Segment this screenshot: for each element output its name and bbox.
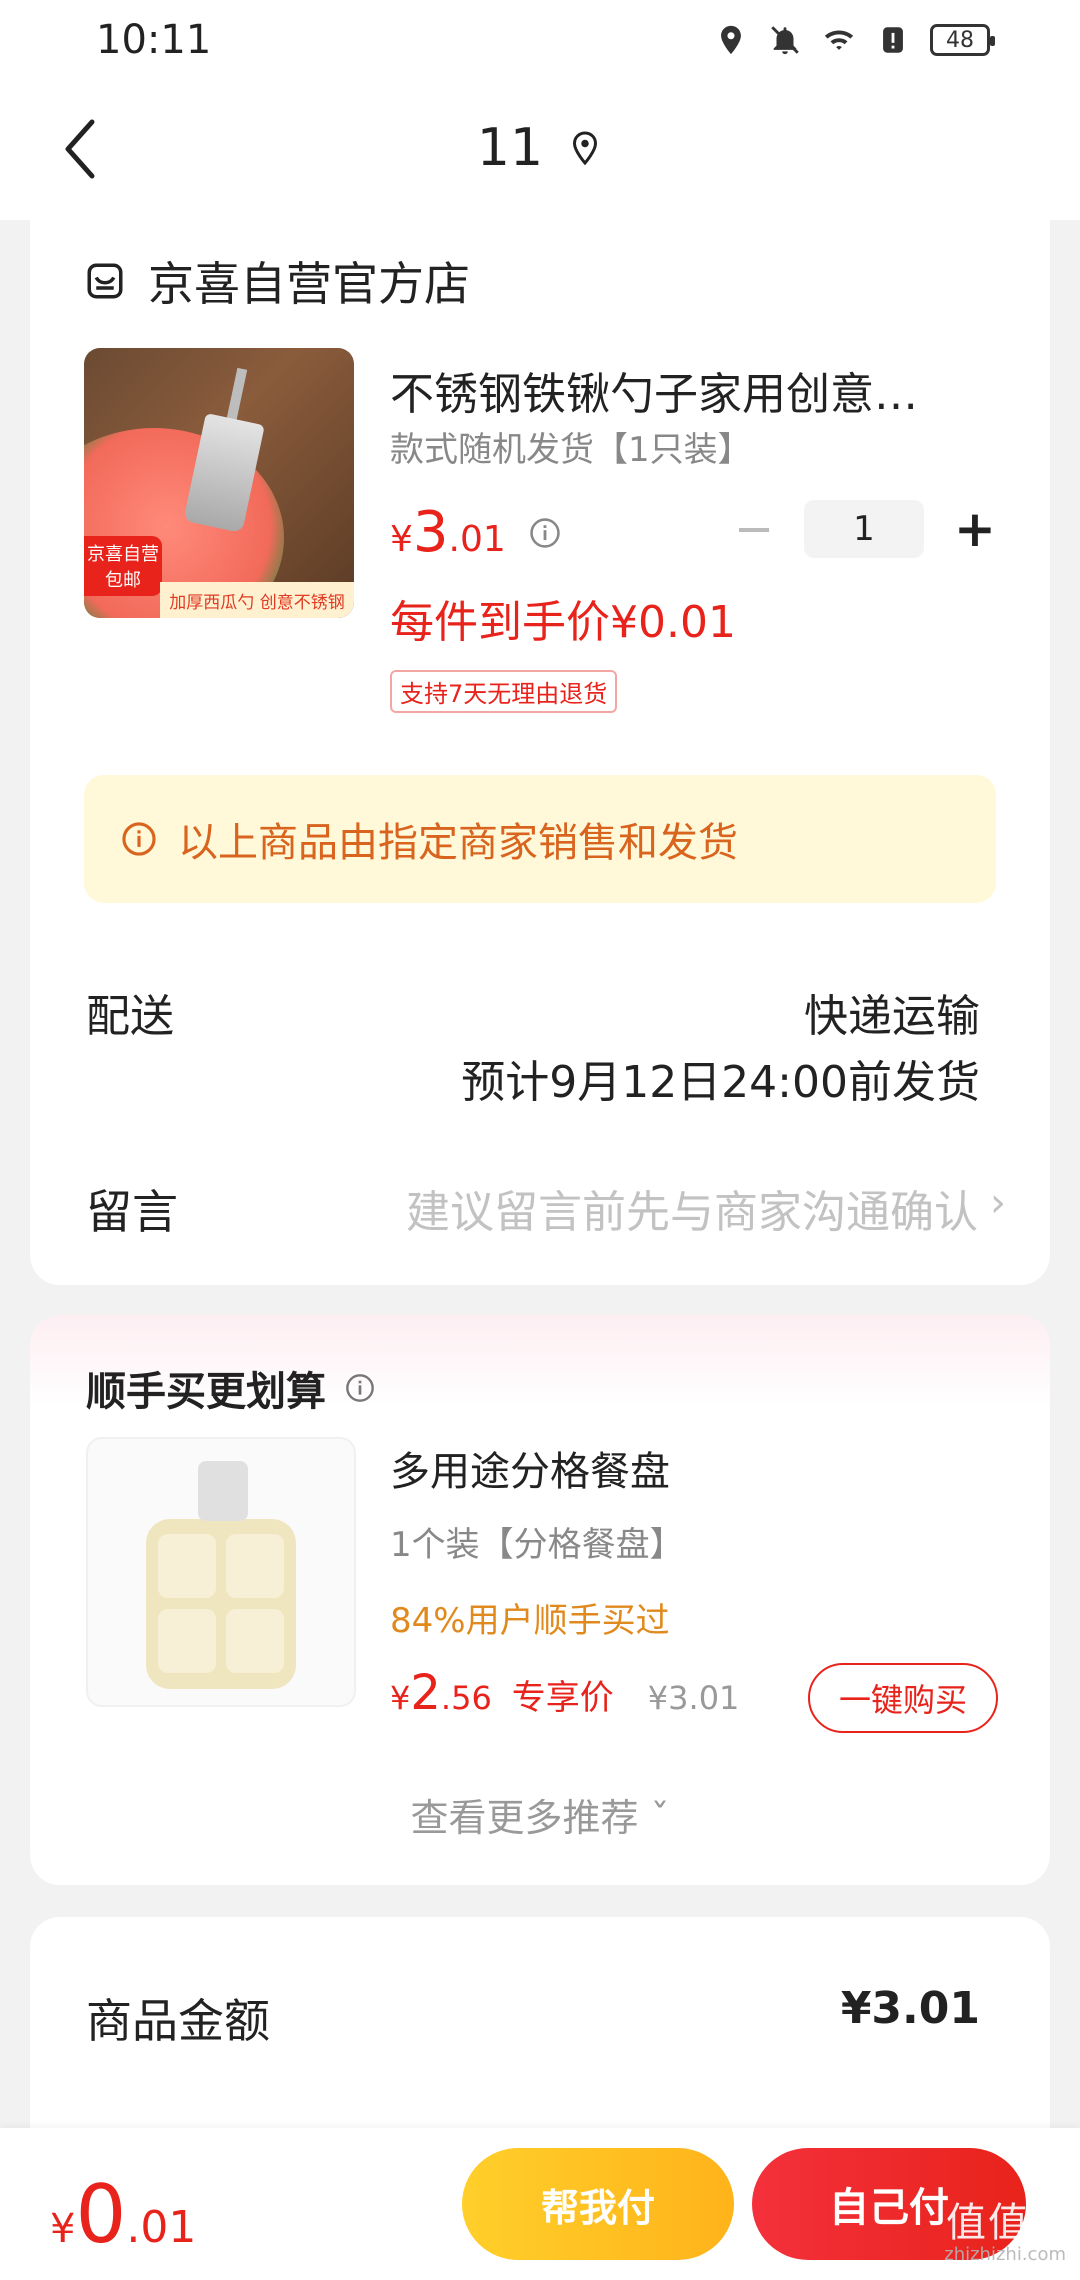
total-currency: ¥ — [50, 2206, 76, 2252]
hook-graphic — [198, 1461, 248, 1521]
plate-cell-graphic — [158, 1609, 216, 1673]
seller-notice: 以上商品由指定商家销售和发货 — [84, 775, 996, 903]
price-info-icon[interactable] — [528, 516, 562, 550]
store-icon — [87, 263, 123, 299]
total-decimal: .01 — [126, 2202, 197, 2253]
help-pay-button[interactable]: 帮我付 — [462, 2148, 734, 2260]
info-icon — [122, 822, 156, 856]
chevron-down-icon: ˇ — [650, 1796, 670, 1840]
total-price: ¥ 0 .01 — [50, 2168, 196, 2261]
return-policy-badge: 支持7天无理由退货 — [390, 670, 618, 713]
chevron-right-icon[interactable]: › — [990, 1180, 1006, 1226]
recommendation-card: 顺手买更划算 多用途分格餐盘 1个装【分格餐盘】 84%用户顺手买过 ¥ 2 .… — [30, 1315, 1050, 1885]
order-card: 京喜自营官方店 京喜自营 包邮 加厚西瓜勺 创意不锈钢 不锈钢铁锹勺子家用创意…… — [30, 210, 1050, 1285]
message-label: 留言 — [86, 1185, 178, 1239]
bell-off-icon — [771, 26, 799, 55]
product-spec: 款式随机发货【1只装】 — [390, 430, 752, 470]
plate-cell-graphic — [158, 1534, 216, 1598]
recommendation-spec: 1个装【分格餐盘】 — [390, 1525, 684, 1565]
original-price: ¥3.01 — [647, 1679, 740, 1717]
price-decimal: .01 — [448, 519, 506, 560]
battery-icon: 48 — [930, 24, 995, 56]
store-name: 京喜自营官方店 — [148, 257, 470, 311]
delivery-label: 配送 — [86, 991, 174, 1042]
reco-price-decimal: .56 — [440, 1679, 492, 1717]
total-integer: 0 — [75, 2168, 127, 2261]
plate-cell-graphic — [226, 1609, 284, 1673]
decrease-quantity-button[interactable]: − — [734, 501, 774, 557]
price-integer: 3 — [412, 500, 449, 565]
header: 11 — [0, 80, 1080, 220]
product-image[interactable]: 京喜自营 包邮 加厚西瓜勺 创意不锈钢 — [84, 348, 354, 618]
plate-cell-graphic — [226, 1534, 284, 1598]
store-row[interactable]: 京喜自营官方店 — [84, 248, 470, 314]
status-icons: 48 — [714, 23, 995, 57]
recommendation-stat: 84%用户顺手买过 — [390, 1601, 670, 1641]
address-title: 11 — [476, 118, 544, 178]
goods-amount-label: 商品金额 — [86, 1994, 270, 2048]
status-bar: 10:11 48 — [0, 0, 1080, 80]
goods-amount-value: ¥3.01 — [840, 1983, 980, 2034]
increase-quantity-button[interactable]: + — [954, 500, 996, 558]
recommendation-header: 顺手买更划算 — [86, 1359, 376, 1417]
wifi-icon — [824, 30, 854, 50]
quantity-stepper: − 1 + — [734, 500, 996, 558]
alert-icon — [883, 27, 903, 53]
quantity-value[interactable]: 1 — [804, 500, 924, 558]
price-currency: ¥ — [390, 519, 413, 560]
seller-notice-text: 以上商品由指定商家销售和发货 — [178, 820, 738, 866]
recommendation-name[interactable]: 多用途分格餐盘 — [390, 1439, 670, 1497]
more-recommendations-link[interactable]: 查看更多推荐 ˇ — [30, 1787, 1050, 1842]
image-tag-bottom: 加厚西瓜勺 创意不锈钢 — [160, 582, 354, 618]
delivery-eta: 预计9月12日24:00前发货 — [461, 1057, 980, 1108]
watermark: 值值值 — [946, 2200, 1072, 2246]
checkout-bar: ¥ 0 .01 帮我付 自己付 — [0, 2128, 1080, 2280]
recommendation-image[interactable] — [86, 1437, 356, 1707]
recommendation-info-icon[interactable] — [344, 1372, 376, 1404]
page-title[interactable]: 11 — [0, 118, 1080, 178]
image-tag-left: 京喜自营 包邮 — [84, 536, 162, 596]
reco-price-integer: 2 — [410, 1665, 441, 1721]
watermark-url: zhizhizhi.com — [944, 2244, 1066, 2265]
more-recommendations-label: 查看更多推荐 — [410, 1796, 639, 1840]
product-price: ¥ 3 .01 — [390, 500, 562, 565]
message-input[interactable]: 建议留言前先与商家沟通确认 — [406, 1176, 978, 1240]
exclusive-price-label: 专享价 — [511, 1678, 614, 1718]
reco-price-currency: ¥ — [390, 1679, 411, 1717]
delivery-type: 快递运输 — [804, 991, 980, 1042]
recommendation-title: 顺手买更划算 — [86, 1369, 326, 1415]
one-click-buy-button[interactable]: 一键购买 — [808, 1663, 998, 1733]
location-pin-icon — [573, 131, 598, 166]
status-time: 10:11 — [96, 17, 212, 63]
product-title[interactable]: 不锈钢铁锹勺子家用创意… — [390, 358, 1010, 422]
location-icon — [721, 25, 741, 55]
unit-final-price: 每件到手价¥0.01 — [390, 597, 736, 648]
recommendation-price: ¥ 2 .56 专享价 ¥3.01 — [390, 1665, 739, 1721]
